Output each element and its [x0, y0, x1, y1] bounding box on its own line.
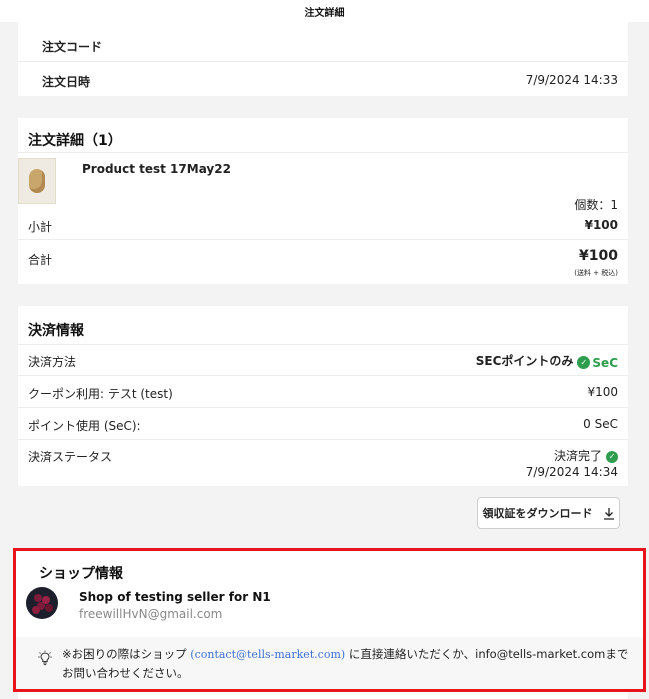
payment-status-value: 決済完了: [553, 449, 602, 463]
shop-name[interactable]: Shop of testing seller for N1: [79, 590, 271, 604]
divider: [18, 152, 628, 153]
page-title: 注文詳細: [304, 8, 345, 19]
details-section-title: 注文詳細（1）: [28, 133, 122, 149]
points-value: 0 SeC: [583, 417, 618, 431]
total-value: ¥100: [579, 248, 618, 264]
download-icon: [603, 507, 614, 520]
payment-card: 決済情報 決済方法 SECポイントのみ ✓ SeC クーポン利用: テスt (tes…: [18, 306, 628, 486]
order-code-label: 注文コード: [42, 40, 103, 54]
download-receipt-label: 領収証をダウンロード: [482, 507, 593, 520]
shop-info-section: ショップ情報 Shop of testing seller for N1 fre…: [13, 548, 646, 692]
product-thumbnail[interactable]: [18, 158, 56, 204]
divider: [18, 61, 628, 62]
notice-line2: お問い合わせください。: [62, 666, 189, 680]
notice-prefix: ※お困りの際はショップ: [62, 647, 187, 661]
divider: [18, 375, 628, 376]
divider: [18, 439, 628, 440]
notice-suffix: に直接連絡いただくか、info@tells-market.comま: [348, 647, 617, 661]
divider: [18, 407, 628, 408]
payment-method: SECポイントのみ ✓ SeC: [28, 352, 618, 370]
subtotal-value: ¥100: [584, 218, 618, 232]
payment-status: 決済完了 ✓: [28, 447, 618, 464]
product-quantity: 個数：1: [574, 198, 618, 212]
section-gap: [18, 96, 628, 118]
sec-badge: ✓ SeC: [577, 356, 618, 370]
coupon-value: ¥100: [587, 385, 618, 399]
payment-section-title: 決済情報: [28, 323, 84, 339]
divider: [18, 239, 628, 240]
sec-badge-label: SeC: [592, 355, 618, 370]
section-gap: [18, 284, 628, 306]
total-note: (送料 + 税込): [574, 269, 618, 277]
shop-email[interactable]: freewillHvN@gmail.com: [79, 607, 222, 621]
notice-line2-prefix: で: [616, 647, 629, 661]
check-circle-icon: ✓: [606, 450, 618, 463]
product-name[interactable]: Product test 17May22: [82, 162, 618, 176]
payment-method-value: SECポイントのみ: [475, 354, 574, 368]
avatar-berry: [32, 606, 40, 614]
order-info-card: 注文コード 注文日時 7/9/2024 14:33: [18, 22, 628, 96]
contact-notice: ※お困りの際はショップ (contact@tells-market.com) に…: [62, 645, 632, 683]
lightbulb-icon: [38, 650, 52, 666]
divider: [18, 344, 628, 345]
product-image-shape: [29, 169, 45, 193]
avatar-berry: [34, 594, 42, 602]
avatar-berry: [45, 604, 53, 612]
shop-section-title: ショップ情報: [39, 566, 123, 582]
download-receipt-button[interactable]: 領収証をダウンロード: [477, 497, 620, 529]
payment-status-date: 7/9/2024 14:34: [525, 465, 618, 479]
sec-coin-icon: ✓: [577, 356, 591, 369]
shop-avatar[interactable]: [26, 587, 58, 619]
shop-contact-link[interactable]: (contact@tells-market.com): [190, 648, 345, 661]
order-date-value: 7/9/2024 14:33: [525, 73, 618, 87]
order-details-card: 注文詳細（1） Product test 17May22 個数：1 小計 ¥10…: [18, 118, 628, 284]
